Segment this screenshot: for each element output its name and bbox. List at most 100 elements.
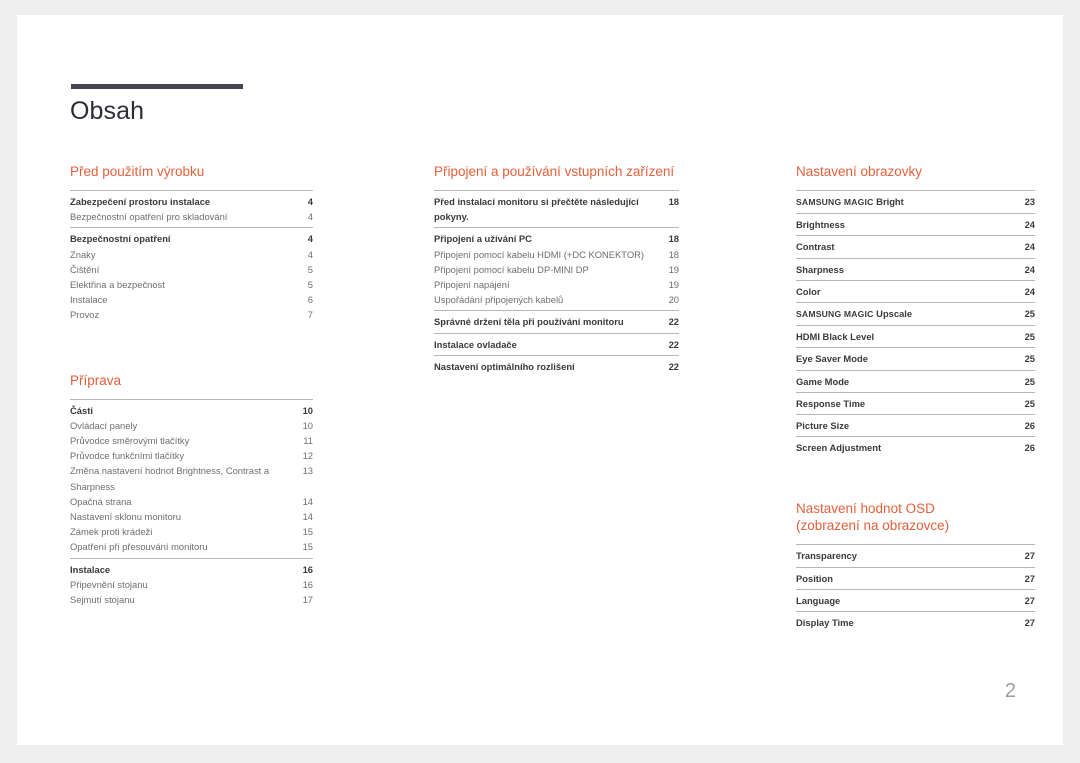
- toc-entry[interactable]: Čištění 5: [70, 262, 313, 277]
- toc-entry[interactable]: SAMSUNG MAGIC Upscale 25: [796, 306, 1035, 322]
- toc-entry-page: 4: [307, 248, 313, 260]
- toc-entry-page: 6: [307, 294, 313, 306]
- toc-entry[interactable]: Připevnění stojanu 16: [70, 577, 313, 592]
- toc-entry[interactable]: Bezpečnostní opatření pro skladování 4: [70, 209, 313, 224]
- toc-entry[interactable]: Sharpness 24: [796, 262, 1035, 277]
- toc-entry-label: Instalace: [70, 294, 108, 306]
- toc-entry[interactable]: Eye Saver Mode 25: [796, 351, 1035, 366]
- toc-entry-page: 10: [302, 404, 313, 416]
- toc-entry[interactable]: Průvodce směrovými tlačítky 11: [70, 433, 313, 448]
- toc-entry-page: 16: [302, 563, 313, 575]
- toc-entry[interactable]: Připojení pomocí kabelu HDMI (+DC KONEKT…: [434, 247, 679, 262]
- toc-entry[interactable]: Ovládací panely 10: [70, 418, 313, 433]
- toc-entry-label: Game Mode: [796, 375, 850, 387]
- toc-entry[interactable]: Znaky 4: [70, 247, 313, 262]
- section-heading: Před použitím výrobku: [70, 164, 205, 179]
- toc-entry-label: Sejmutí stojanu: [70, 594, 135, 606]
- toc-entry-page: 15: [302, 526, 313, 538]
- toc-entry[interactable]: Zámek proti krádeži 15: [70, 524, 313, 539]
- toc-entry[interactable]: Color 24: [796, 284, 1035, 299]
- toc-entry[interactable]: Správné držení těla při používání monito…: [434, 314, 679, 329]
- toc-entry[interactable]: Bezpečnostní opatření 4: [70, 231, 313, 246]
- toc-entry[interactable]: Sejmutí stojanu 17: [70, 592, 313, 607]
- toc-entry[interactable]: Language 27: [796, 593, 1035, 608]
- toc-group: Eye Saver Mode 25: [796, 347, 1035, 369]
- toc-group: Bezpečnostní opatření 4 Znaky 4 Čištění 5 Elek…: [70, 227, 313, 325]
- toc-entry[interactable]: Elektřina a bezpečnost 5: [70, 277, 313, 292]
- toc-entry[interactable]: Změna nastavení hodnot Brightness, Contr…: [70, 463, 313, 493]
- toc-entry-label: SAMSUNG MAGIC Upscale: [796, 308, 913, 320]
- toc-entry-page: 14: [302, 495, 313, 507]
- toc-entry-page: 26: [1024, 420, 1035, 432]
- page-number: 2: [1004, 680, 1016, 702]
- toc-entry-label: Opatření při přesouvání monitoru: [70, 541, 208, 553]
- section-heading: Nastavení obrazovky: [796, 164, 923, 179]
- toc-entry[interactable]: Brightness 24: [796, 217, 1035, 232]
- toc-group: Nastavení optimálního rozlišení 22: [434, 354, 679, 377]
- toc-entry[interactable]: Průvodce funkčními tlačítky 12: [70, 448, 313, 463]
- toc-entry[interactable]: Game Mode 25: [796, 374, 1035, 389]
- toc-entry[interactable]: Před instalací monitoru si přečtěte násl…: [434, 194, 679, 224]
- toc-entry[interactable]: Position 27: [796, 571, 1035, 586]
- toc-entry-page: 25: [1024, 331, 1035, 343]
- toc-entry[interactable]: Opačná strana 14: [70, 494, 313, 509]
- toc-entry[interactable]: Provoz 7: [70, 307, 313, 322]
- toc-entry[interactable]: Části 10: [70, 403, 313, 418]
- toc-entry[interactable]: Picture Size 26: [796, 418, 1035, 433]
- column-left: Před použitím výrobku Zabezpečení prostor…: [70, 163, 313, 633]
- toc-group: Language 27: [796, 588, 1035, 611]
- toc-entry-page: 24: [1024, 285, 1035, 297]
- toc-group: Brightness 24: [796, 213, 1035, 235]
- toc-entry[interactable]: Nastavení optimálního rozlišení 22: [434, 359, 679, 374]
- toc-entry-page: 23: [1024, 196, 1035, 207]
- toc-entry[interactable]: SAMSUNG MAGIC Bright 23: [796, 194, 1035, 210]
- toc-entry-label: Opačná strana: [70, 495, 132, 507]
- toc-entry-page: 19: [668, 279, 679, 291]
- toc-entry-label: Color: [796, 285, 821, 297]
- toc-entry[interactable]: Screen Adjustment 26: [796, 440, 1035, 455]
- toc-entry[interactable]: Transparency 27: [796, 548, 1035, 563]
- toc-group: Zabezpečení prostoru instalace 4 Bezpečnos…: [70, 190, 313, 227]
- toc-entry-page: 27: [1024, 572, 1035, 584]
- toc-entry-label: Připojení pomocí kabelu HDMI (+DC KONEKT…: [434, 248, 645, 260]
- toc-entry-label: Čištění: [70, 263, 100, 275]
- toc-entry-label: Průvodce směrovými tlačítky: [70, 435, 190, 447]
- toc-entry[interactable]: Contrast 24: [796, 239, 1035, 254]
- toc-entry-page: 5: [307, 279, 313, 291]
- toc-entry-page: 15: [302, 541, 313, 553]
- samsung-magic-mark: SAMSUNG MAGIC: [796, 197, 874, 207]
- toc-entry[interactable]: Zabezpečení prostoru instalace 4: [70, 194, 313, 209]
- toc-entry[interactable]: Opatření při přesouvání monitoru 15: [70, 539, 313, 554]
- toc-entry[interactable]: Nastavení sklonu monitoru 14: [70, 509, 313, 524]
- toc-entry-label: Bezpečnostní opatření pro skladování: [70, 211, 228, 223]
- toc-entry[interactable]: Připojení napájení 19: [434, 277, 679, 292]
- toc-entry-label: Nastavení sklonu monitoru: [70, 511, 181, 523]
- toc-entry-page: 4: [307, 233, 313, 245]
- toc-entry[interactable]: Display Time 27: [796, 615, 1035, 630]
- toc-entry-label: Zabezpečení prostoru instalace: [70, 196, 211, 207]
- column-right: Nastavení obrazovky SAMSUNG MAGIC Bright 2…: [796, 163, 1035, 633]
- toc-group: Správné držení těla při používání monito…: [434, 310, 679, 332]
- toc-entry-label: Display Time: [796, 617, 854, 629]
- toc-entry-page: 20: [668, 294, 679, 306]
- toc-entry[interactable]: Response Time 25: [796, 396, 1035, 411]
- toc-entry-page: 25: [1024, 308, 1035, 320]
- toc-entry[interactable]: Připojení pomocí kabelu DP-MINI DP 19: [434, 262, 679, 277]
- toc-entry[interactable]: Instalace 6: [70, 292, 313, 307]
- toc-entry[interactable]: Instalace 16: [70, 562, 313, 577]
- toc-entry-label: Provoz: [70, 309, 100, 321]
- toc-entry-label: Připojení a užívání PC: [434, 233, 532, 245]
- toc-entry[interactable]: HDMI Black Level 25: [796, 329, 1035, 344]
- toc-group: Připojení a užívání PC 18 Připojení pomocí…: [434, 227, 679, 310]
- toc-entry[interactable]: Uspořádání připojených kabelů 20: [434, 292, 679, 307]
- toc-group: Instalace 16 Připevnění stojanu 16 Sejmutí s…: [70, 557, 313, 611]
- toc-entry-page: 27: [1024, 617, 1035, 629]
- toc-entry[interactable]: Instalace ovladače 22: [434, 337, 679, 352]
- toc-entry-label: Připevnění stojanu: [70, 578, 148, 590]
- toc-entry-label: Instalace: [70, 563, 111, 575]
- toc-entry-page: 24: [1024, 219, 1035, 231]
- toc-entry-label: Ovládací panely: [70, 419, 138, 431]
- toc-entry-label: Transparency: [796, 550, 857, 562]
- toc-section: Nastavení obrazovky SAMSUNG MAGIC Bright 2…: [796, 163, 1035, 458]
- toc-entry[interactable]: Připojení a užívání PC 18: [434, 231, 679, 246]
